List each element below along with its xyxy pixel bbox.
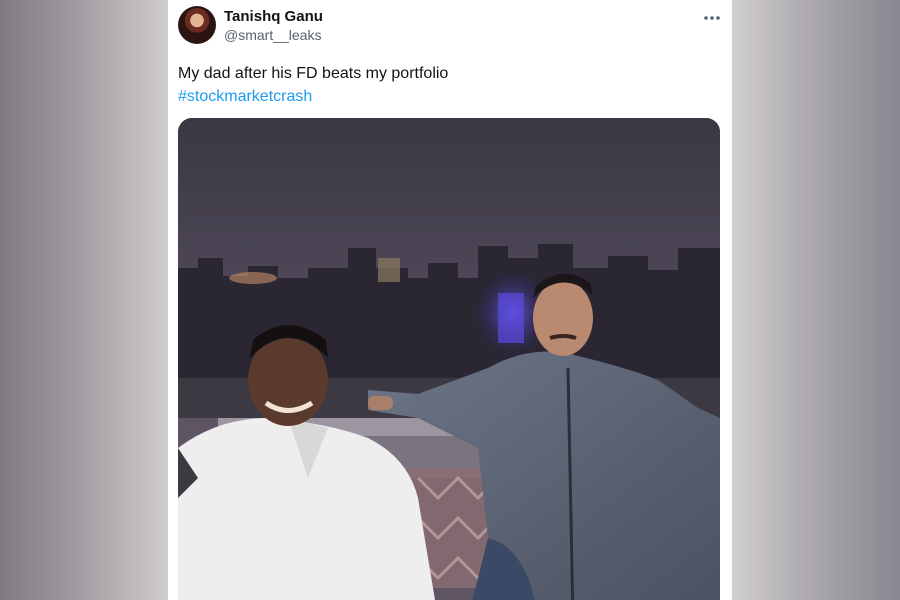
author-handle[interactable]: @smart__leaks — [224, 27, 321, 43]
hashtag-link[interactable]: #stockmarketcrash — [178, 85, 448, 108]
tweet-video[interactable] — [178, 118, 720, 600]
author-display-name[interactable]: Tanishq Ganu — [224, 8, 323, 25]
tweet-card: Tanishq Ganu @smart__leaks My dad after … — [168, 0, 732, 600]
background-left — [0, 0, 168, 600]
background-right — [730, 0, 900, 600]
tweet-text-line: My dad after his FD beats my portfolio — [178, 65, 449, 82]
more-options-button[interactable] — [700, 6, 724, 30]
video-frame — [178, 118, 720, 600]
more-horizontal-icon — [704, 16, 720, 20]
tweet-text: My dad after his FD beats my portfolio #… — [178, 62, 448, 108]
avatar[interactable] — [178, 6, 216, 44]
